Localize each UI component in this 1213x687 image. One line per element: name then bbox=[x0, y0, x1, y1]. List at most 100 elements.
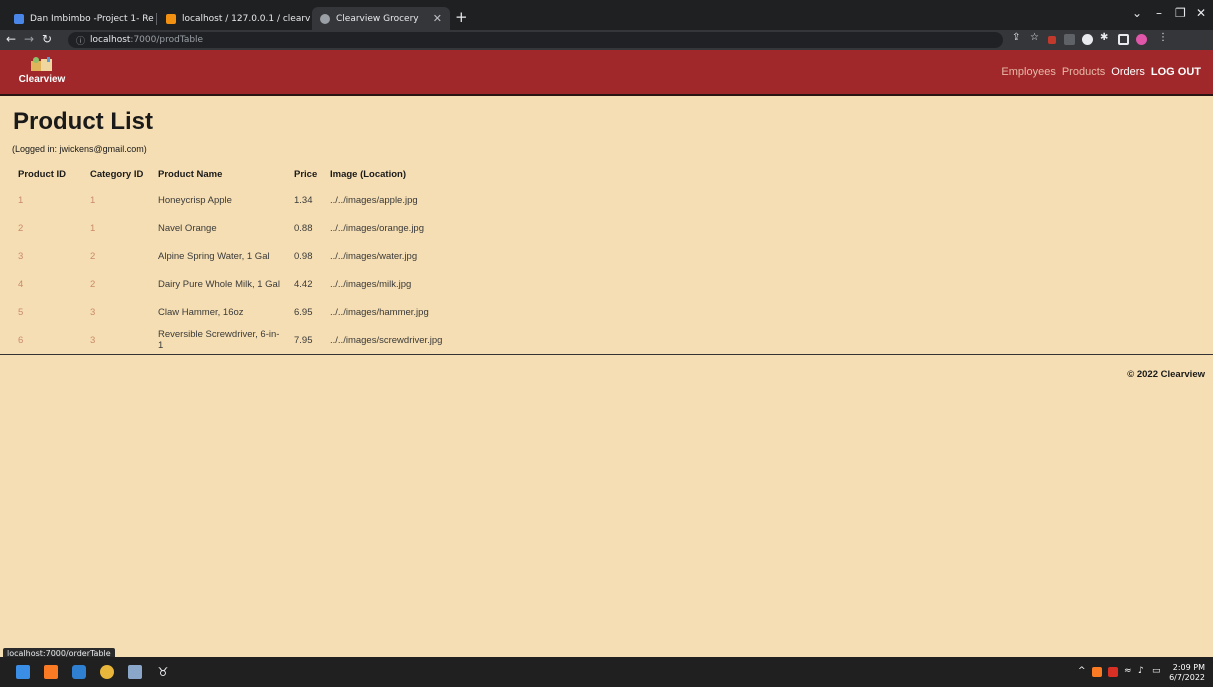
extension-icon[interactable] bbox=[1048, 36, 1056, 44]
column-header: Product ID bbox=[18, 168, 67, 180]
tray-app-icon[interactable] bbox=[1108, 667, 1118, 677]
category-id-cell: 1 bbox=[90, 222, 96, 234]
nav-orders[interactable]: Orders bbox=[1111, 66, 1145, 78]
category-id-cell: 1 bbox=[90, 194, 96, 206]
info-icon[interactable]: ⓘ bbox=[76, 34, 85, 47]
reload-icon[interactable]: ↻ bbox=[42, 32, 52, 46]
product-name-cell: Dairy Pure Whole Milk, 1 Gal bbox=[158, 278, 280, 290]
column-header: Image (Location) bbox=[330, 168, 407, 180]
logout-button[interactable]: LOG OUT bbox=[1151, 66, 1201, 78]
profile-avatar-icon[interactable] bbox=[1136, 34, 1147, 45]
brand-name: Clearview bbox=[18, 74, 66, 85]
address-bar[interactable]: ⓘ localhost:7000/prodTable bbox=[68, 32, 1003, 48]
product-id-cell: 1 bbox=[18, 194, 24, 206]
tab-phpmyadmin[interactable]: localhost / 127.0.0.1 / clearviewd ✕ bbox=[158, 7, 310, 30]
vscode-icon[interactable] bbox=[72, 665, 86, 679]
footer-copyright: © 2022 Clearview bbox=[1127, 369, 1205, 380]
forward-icon[interactable]: → bbox=[24, 32, 34, 46]
nav-links: Employees Products Orders LOG OUT bbox=[1001, 66, 1201, 78]
globe-icon bbox=[320, 13, 330, 24]
new-tab-button[interactable]: + bbox=[455, 8, 468, 26]
app-icon[interactable] bbox=[128, 665, 142, 679]
bookmark-star-icon[interactable]: ☆ bbox=[1030, 32, 1039, 43]
price-cell: 0.98 bbox=[294, 250, 313, 262]
grocery-bag-icon bbox=[29, 56, 55, 72]
column-header: Price bbox=[294, 168, 318, 180]
extensions-puzzle-icon[interactable]: ✱ bbox=[1100, 32, 1108, 43]
restore-icon[interactable]: ❐ bbox=[1175, 6, 1186, 20]
close-icon[interactable]: ✕ bbox=[427, 12, 442, 25]
browser-tab-strip: Dan Imbimbo -Project 1- Report ✕ localho… bbox=[0, 0, 1213, 30]
tab-title: localhost / 127.0.0.1 / clearviewd bbox=[182, 13, 310, 24]
chrome-icon[interactable] bbox=[100, 665, 114, 679]
price-cell: 6.95 bbox=[294, 306, 313, 318]
category-id-cell: 2 bbox=[90, 250, 96, 262]
product-id-cell: 4 bbox=[18, 278, 24, 290]
product-name-cell: Reversible Screwdriver, 6-in-1 bbox=[158, 329, 280, 351]
price-cell: 7.95 bbox=[294, 334, 313, 346]
image-location-cell: ../../images/orange.jpg bbox=[330, 222, 424, 234]
close-window-icon[interactable]: ✕ bbox=[1196, 6, 1206, 20]
address-path: :7000/prodTable bbox=[130, 35, 204, 45]
tab-report[interactable]: Dan Imbimbo -Project 1- Report ✕ bbox=[6, 7, 154, 30]
battery-icon[interactable]: ▭ bbox=[1152, 666, 1161, 676]
chevron-up-icon[interactable]: ^ bbox=[1078, 666, 1086, 676]
table-row: 6 3 Reversible Screwdriver, 6-in-1 7.95 … bbox=[12, 326, 448, 354]
image-location-cell: ../../images/apple.jpg bbox=[330, 194, 418, 206]
brand-logo[interactable]: Clearview bbox=[12, 56, 72, 85]
column-header: Product Name bbox=[158, 168, 223, 180]
app-navbar: Clearview Employees Products Orders LOG … bbox=[0, 50, 1213, 96]
table-row: 5 3 Claw Hammer, 16oz 6.95 ../../images/… bbox=[12, 298, 448, 326]
wifi-icon[interactable]: ≈ bbox=[1124, 666, 1132, 676]
image-location-cell: ../../images/hammer.jpg bbox=[330, 306, 429, 318]
kebab-menu-icon[interactable]: ⋮ bbox=[1158, 32, 1168, 43]
docs-icon bbox=[14, 13, 24, 24]
clock-time: 2:09 PM bbox=[1172, 663, 1205, 672]
image-location-cell: ../../images/water.jpg bbox=[330, 250, 418, 262]
windows-start-icon[interactable] bbox=[16, 665, 30, 679]
clock-date: 6/7/2022 bbox=[1169, 673, 1205, 682]
product-table: Product ID Category ID Product Name Pric… bbox=[12, 162, 448, 354]
table-header-row: Product ID Category ID Product Name Pric… bbox=[12, 162, 448, 186]
image-location-cell: ../../images/milk.jpg bbox=[330, 278, 412, 290]
tab-title: Dan Imbimbo -Project 1- Report bbox=[30, 13, 154, 24]
logged-in-text: (Logged in: jwickens@gmail.com) bbox=[12, 144, 147, 154]
price-cell: 1.34 bbox=[294, 194, 313, 206]
product-id-cell: 3 bbox=[18, 250, 24, 262]
extension-icon[interactable] bbox=[1064, 34, 1075, 45]
nav-employees[interactable]: Employees bbox=[1001, 66, 1055, 78]
clock[interactable]: 2:09 PM 6/7/2022 bbox=[1169, 663, 1205, 683]
back-icon[interactable]: ← bbox=[6, 32, 16, 46]
table-row: 2 1 Navel Orange 0.88 ../../images/orang… bbox=[12, 214, 448, 242]
product-id-cell: 5 bbox=[18, 306, 24, 318]
image-location-cell: ../../images/screwdriver.jpg bbox=[330, 334, 443, 346]
table-row: 3 2 Alpine Spring Water, 1 Gal 0.98 ../.… bbox=[12, 242, 448, 270]
minimize-icon[interactable]: – bbox=[1156, 6, 1162, 20]
table-row: 1 1 Honeycrisp Apple 1.34 ../../images/a… bbox=[12, 186, 448, 214]
price-cell: 0.88 bbox=[294, 222, 313, 234]
column-header: Category ID bbox=[90, 168, 144, 180]
product-id-cell: 2 bbox=[18, 222, 24, 234]
category-id-cell: 3 bbox=[90, 334, 96, 346]
category-id-cell: 2 bbox=[90, 278, 96, 290]
table-row: 4 2 Dairy Pure Whole Milk, 1 Gal 4.42 ..… bbox=[12, 270, 448, 298]
tab-clearview[interactable]: Clearview Grocery ✕ bbox=[312, 7, 450, 30]
side-panel-icon[interactable] bbox=[1118, 34, 1129, 45]
tab-search-icon[interactable]: ⌄ bbox=[1132, 6, 1142, 20]
tab-separator bbox=[156, 13, 157, 25]
address-host: localhost bbox=[90, 35, 131, 45]
extension-icon[interactable] bbox=[1082, 34, 1093, 45]
browser-toolbar: ← → ↻ ⓘ localhost:7000/prodTable ⇪ ☆ ✱ ⋮ bbox=[0, 30, 1213, 50]
taskbar: ♉ ^ ≈ ♪ ▭ 2:09 PM 6/7/2022 bbox=[0, 657, 1213, 687]
page-title: Product List bbox=[13, 108, 154, 135]
nav-products[interactable]: Products bbox=[1062, 66, 1105, 78]
product-name-cell: Honeycrisp Apple bbox=[158, 194, 232, 206]
footer-divider bbox=[0, 354, 1213, 355]
tab-title: Clearview Grocery bbox=[336, 13, 419, 24]
volume-icon[interactable]: ♪ bbox=[1138, 666, 1144, 676]
xampp-icon[interactable] bbox=[44, 665, 58, 679]
price-cell: 4.42 bbox=[294, 278, 313, 290]
share-icon[interactable]: ⇪ bbox=[1012, 32, 1020, 43]
fox-icon[interactable]: ♉ bbox=[156, 665, 170, 679]
xampp-tray-icon[interactable] bbox=[1092, 667, 1102, 677]
